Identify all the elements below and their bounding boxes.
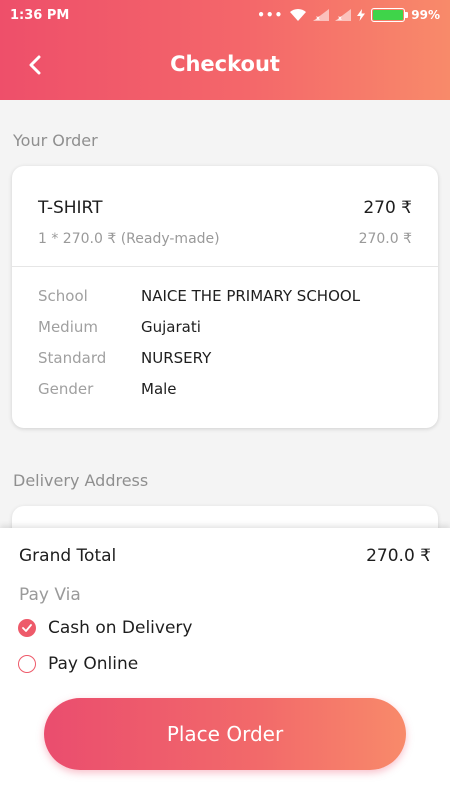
- item-price: 270 ₹: [363, 198, 412, 218]
- detail-key: School: [38, 287, 88, 305]
- battery-percent: 99%: [411, 8, 440, 22]
- status-icons: ••• x x 99%: [257, 8, 440, 22]
- check-icon: [22, 624, 32, 632]
- detail-value: Male: [141, 380, 177, 398]
- radio-unchecked-icon[interactable]: [18, 655, 36, 673]
- pay-via-label: Pay Via: [19, 585, 81, 605]
- wifi-icon: [290, 8, 307, 21]
- place-order-button[interactable]: Place Order: [44, 698, 406, 770]
- grand-total-label: Grand Total: [19, 546, 117, 566]
- detail-key: Standard: [38, 349, 107, 367]
- svg-text:x: x: [338, 15, 342, 21]
- charging-icon: [357, 9, 366, 21]
- detail-value: NURSERY: [141, 349, 212, 367]
- svg-text:x: x: [316, 15, 320, 21]
- item-quantity-line: 1 * 270.0 ₹ (Ready-made): [38, 231, 220, 247]
- status-time: 1:36 PM: [10, 7, 70, 23]
- grand-total-value: 270.0 ₹: [366, 546, 431, 566]
- detail-value: Gujarati: [141, 318, 201, 336]
- delivery-address-label: Delivery Address: [13, 471, 149, 490]
- app-header: 1:36 PM ••• x x 99% Checkout: [0, 0, 450, 100]
- radio-checked-icon[interactable]: [18, 619, 36, 637]
- signal-icon: x: [335, 9, 352, 21]
- payment-option-label[interactable]: Cash on Delivery: [48, 618, 192, 638]
- page-title: Checkout: [170, 52, 280, 76]
- battery-fill: [373, 10, 403, 20]
- payment-option-label[interactable]: Pay Online: [48, 654, 138, 674]
- checkout-summary-panel: Grand Total 270.0 ₹ Pay Via Cash on Deli…: [0, 528, 450, 800]
- your-order-label: Your Order: [13, 131, 98, 150]
- payment-option-pay-online[interactable]: Pay Online: [18, 652, 138, 676]
- signal-icon: x: [313, 9, 330, 21]
- detail-value: NAICE THE PRIMARY SCHOOL: [141, 287, 361, 305]
- battery-icon: [371, 8, 409, 22]
- dots-icon: •••: [257, 8, 284, 22]
- detail-key: Medium: [38, 318, 98, 336]
- detail-key: Gender: [38, 380, 94, 398]
- order-card: T-SHIRT 270 ₹ 1 * 270.0 ₹ (Ready-made) 2…: [12, 166, 438, 428]
- item-subtotal: 270.0 ₹: [358, 231, 412, 247]
- status-bar: 1:36 PM ••• x x 99%: [0, 0, 450, 30]
- payment-option-cash-on-delivery[interactable]: Cash on Delivery: [18, 616, 192, 640]
- divider: [12, 266, 438, 267]
- item-name: T-SHIRT: [38, 198, 103, 218]
